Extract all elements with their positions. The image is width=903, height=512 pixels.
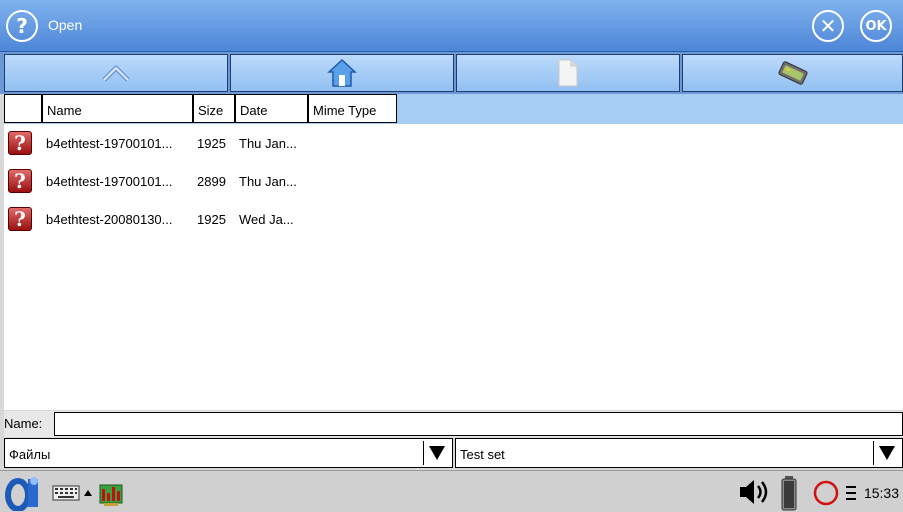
up-button[interactable] [4, 54, 228, 92]
filter-select[interactable]: Test set [455, 438, 903, 468]
new-file-button[interactable] [456, 54, 680, 92]
dropdown-arrow-icon[interactable] [873, 441, 900, 465]
file-date: Thu Jan... [239, 136, 297, 151]
card-button[interactable] [682, 54, 903, 92]
close-icon[interactable]: ✕ [812, 10, 844, 42]
keyboard-icon[interactable] [52, 485, 80, 501]
list-item[interactable]: ? b4ethtest-19700101... 2899 Thu Jan... [4, 166, 903, 196]
status-circle-icon[interactable] [812, 479, 840, 507]
file-date: Thu Jan... [239, 174, 297, 189]
filter-select-value: Test set [460, 447, 505, 462]
toolbar [0, 52, 903, 94]
ok-button[interactable]: OK [860, 10, 892, 42]
taskbar: 15:33 [0, 470, 903, 512]
file-name: b4ethtest-19700101... [46, 174, 173, 189]
dropdown-arrow-icon[interactable] [423, 441, 450, 465]
file-date: Wed Ja... [239, 212, 294, 227]
location-select-value: Файлы [9, 447, 51, 462]
list-item[interactable]: ? b4ethtest-19700101... 1925 Thu Jan... [4, 128, 903, 158]
unknown-file-icon: ? [8, 207, 32, 231]
name-input[interactable] [54, 412, 903, 436]
network-card-icon[interactable] [96, 477, 126, 509]
up-arrow-icon [102, 65, 130, 82]
file-list: ? b4ethtest-19700101... 1925 Thu Jan... … [4, 124, 903, 410]
volume-icon[interactable] [738, 477, 772, 507]
file-name: b4ethtest-19700101... [46, 136, 173, 151]
clock[interactable]: 15:33 [864, 485, 899, 501]
home-icon [327, 58, 357, 87]
start-menu-icon[interactable] [4, 475, 42, 511]
column-name[interactable]: Name [42, 94, 193, 123]
file-name: b4ethtest-20080130... [46, 212, 173, 227]
file-size: 2899 [197, 174, 226, 189]
unknown-file-icon: ? [8, 131, 32, 155]
column-header: Name Size Date Mime Type [4, 94, 903, 124]
keyboard-card-icon [777, 61, 808, 85]
unknown-file-icon: ? [8, 169, 32, 193]
location-select[interactable]: Файлы [4, 438, 453, 468]
column-mime-type[interactable]: Mime Type [308, 94, 397, 123]
list-item[interactable]: ? b4ethtest-20080130... 1925 Wed Ja... [4, 204, 903, 234]
battery-icon [781, 476, 797, 511]
name-row: Name: [4, 411, 903, 437]
home-button[interactable] [230, 54, 454, 92]
title-bar: ? Open ✕ OK [0, 0, 903, 52]
window-title: Open [48, 17, 83, 33]
help-icon[interactable]: ? [6, 10, 38, 42]
menu-lines-icon[interactable] [845, 485, 857, 501]
name-label: Name: [4, 416, 43, 431]
column-size[interactable]: Size [193, 94, 235, 123]
document-icon [558, 59, 578, 87]
file-size: 1925 [197, 136, 226, 151]
input-method-arrow-icon[interactable] [84, 489, 92, 497]
column-date[interactable]: Date [235, 94, 308, 123]
column-icon [4, 94, 42, 123]
file-size: 1925 [197, 212, 226, 227]
